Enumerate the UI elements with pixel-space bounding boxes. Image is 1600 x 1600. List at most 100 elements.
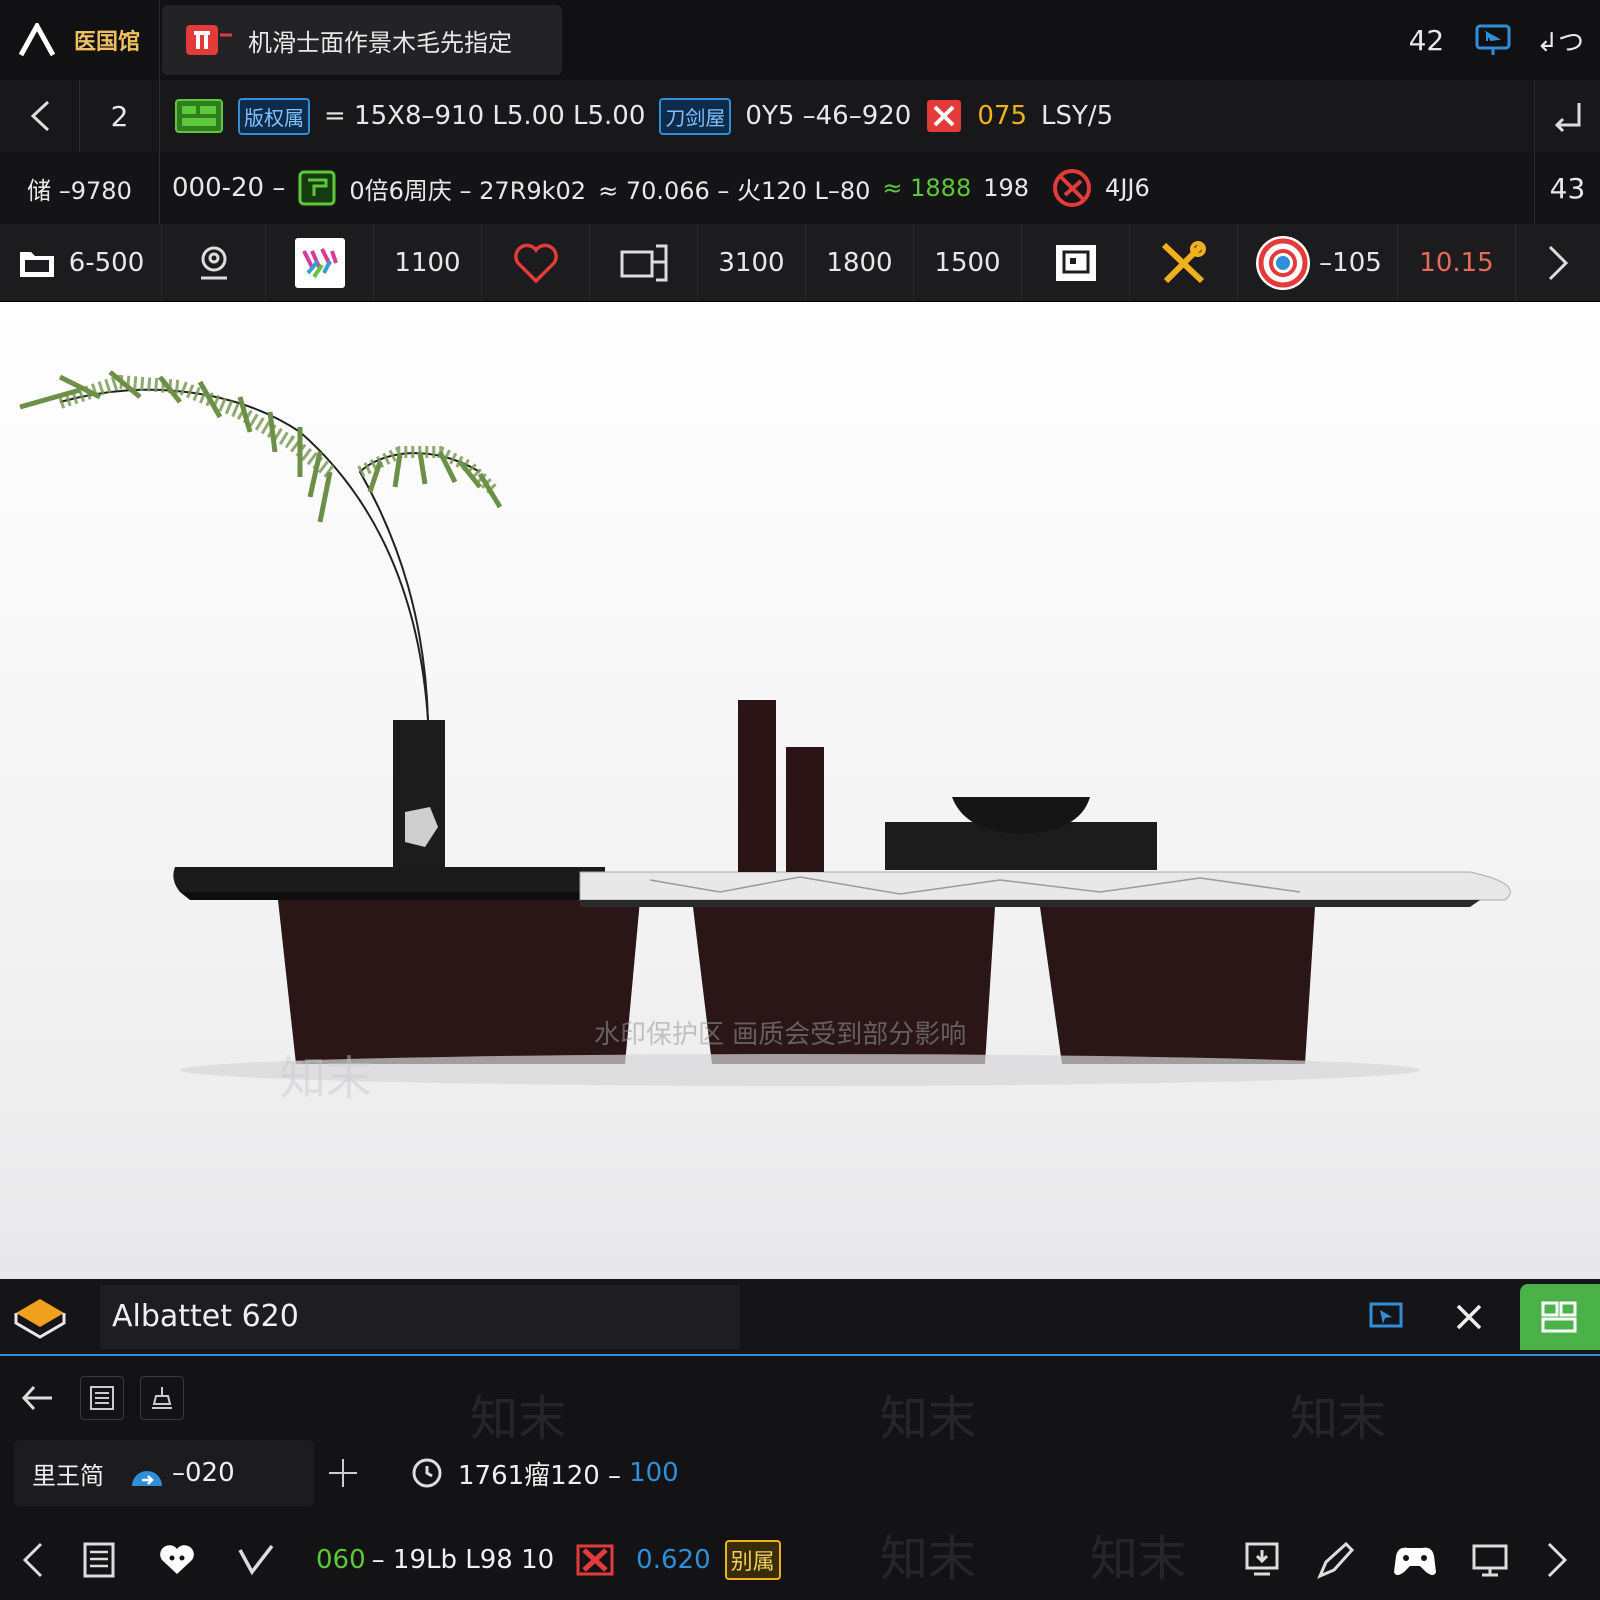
favorite-button[interactable] bbox=[482, 224, 590, 301]
next-button[interactable] bbox=[1516, 224, 1600, 301]
image-frame-icon bbox=[1055, 244, 1096, 281]
clock-icon[interactable] bbox=[410, 1456, 444, 1490]
panel-watermark-2: 知末 bbox=[880, 1391, 977, 1447]
secondary-value: 198 bbox=[983, 174, 1030, 202]
red-value: 10.15 bbox=[1419, 247, 1494, 278]
chevron-right-icon bbox=[1548, 245, 1569, 280]
size-label: LSY/5 bbox=[1041, 101, 1114, 131]
palette-button[interactable] bbox=[266, 224, 374, 301]
panel-stamp-button[interactable] bbox=[140, 1376, 184, 1420]
row3-count: 43 bbox=[1549, 171, 1586, 205]
target-button[interactable]: –105 bbox=[1238, 224, 1398, 301]
check-curve-icon[interactable] bbox=[236, 1542, 276, 1578]
status-green-value: 060 bbox=[316, 1544, 366, 1575]
title-bar: 医国馆 机滑士面作景木毛先指定 42 ↲つ bbox=[0, 0, 1600, 80]
page-number: 2 bbox=[110, 99, 129, 133]
description-text: 0倍6周庆 – 27R9k02 bbox=[349, 176, 587, 205]
logo-a-icon bbox=[18, 23, 56, 57]
code-text: 000-20 – bbox=[172, 173, 286, 203]
close-box-icon[interactable] bbox=[925, 98, 963, 134]
tab-title: 机滑士面作景木毛先指定 bbox=[248, 28, 512, 57]
logo-text: 医国馆 bbox=[74, 30, 141, 55]
chevron-right-small-icon[interactable] bbox=[1544, 1540, 1570, 1580]
storage-label: 储 –9780 bbox=[27, 176, 132, 205]
folder-icon bbox=[19, 251, 54, 277]
chevron-left-icon bbox=[30, 100, 49, 132]
return-arrow-icon bbox=[1554, 103, 1580, 133]
fern-plant bbox=[19, 370, 503, 721]
stamp-icon bbox=[152, 1387, 172, 1409]
status-text: – 19Lb L98 10 bbox=[371, 1544, 555, 1575]
green-frame-icon[interactable] bbox=[297, 169, 337, 207]
info-row-2: 2 版权属 = 15X8–910 L5.00 L5.00 刀剑屋 0Y5 –46… bbox=[0, 80, 1600, 152]
render-viewport[interactable]: 水印保护区 画质会受到部分影响 知末 bbox=[0, 302, 1600, 1279]
block-icon[interactable] bbox=[1051, 167, 1093, 209]
screen-cursor-icon[interactable] bbox=[1368, 1301, 1404, 1333]
cast-screen-icon[interactable] bbox=[1474, 23, 1512, 57]
arrow-left-icon[interactable] bbox=[20, 1383, 54, 1413]
tools-button[interactable] bbox=[1130, 224, 1238, 301]
panel-status-row: 060 – 19Lb L98 10 0.620 别属 bbox=[0, 1519, 1600, 1600]
crop-button[interactable] bbox=[590, 224, 698, 301]
panel-watermark-4: 知末 bbox=[880, 1531, 977, 1587]
close-icon[interactable] bbox=[1454, 1302, 1484, 1332]
desktop-icon[interactable] bbox=[1470, 1540, 1510, 1580]
value-1100: 1100 bbox=[394, 247, 461, 278]
tools-icon bbox=[1161, 240, 1206, 283]
value-1500: 1500 bbox=[934, 247, 1001, 278]
person-pin-icon bbox=[200, 246, 227, 279]
grid-badge-icon[interactable] bbox=[174, 98, 224, 134]
layout-button[interactable] bbox=[1520, 1283, 1600, 1350]
green-value: ≈ 1888 bbox=[882, 174, 972, 202]
value-3100: 3100 bbox=[718, 247, 785, 278]
coffee-table-render bbox=[19, 370, 1511, 1086]
title-field[interactable]: Albattet 620 bbox=[100, 1284, 740, 1349]
panel-grid-button[interactable] bbox=[80, 1376, 124, 1420]
coordinate-text: ≈ 70.066 – 火120 L–80 bbox=[598, 176, 871, 205]
document-icon[interactable] bbox=[80, 1540, 118, 1580]
info-row-3: 储 –9780 000-20 – 0倍6周庆 – 27R9k02 ≈ 70.06… bbox=[0, 152, 1600, 224]
value-1800: 1800 bbox=[826, 247, 893, 278]
status-blue-value: 0.620 bbox=[636, 1544, 711, 1575]
enter-button[interactable] bbox=[1534, 80, 1600, 152]
panel-watermark-1: 知末 bbox=[470, 1391, 567, 1447]
orange-value: 075 bbox=[977, 101, 1027, 131]
badge-blade[interactable]: 刀剑屋 bbox=[659, 97, 732, 135]
heart-fill-icon[interactable] bbox=[158, 1542, 196, 1578]
crosshair-icon[interactable] bbox=[326, 1456, 360, 1490]
image-button[interactable] bbox=[1022, 224, 1130, 301]
badge-copyright[interactable]: 版权属 bbox=[238, 97, 310, 135]
panel-watermark-3: 知末 bbox=[1290, 1391, 1387, 1447]
edit-slash-icon[interactable] bbox=[1316, 1540, 1356, 1580]
chevron-left-small-icon[interactable] bbox=[20, 1540, 46, 1580]
layout-icon bbox=[1541, 1301, 1577, 1332]
app-logo[interactable]: 医国馆 bbox=[0, 0, 160, 80]
grid-list-icon bbox=[90, 1386, 114, 1410]
vase bbox=[393, 720, 445, 870]
return-label[interactable]: ↲つ bbox=[1536, 22, 1584, 59]
game-controller-icon[interactable] bbox=[1390, 1540, 1440, 1580]
monitor-download-icon[interactable] bbox=[1242, 1540, 1282, 1580]
watermark-notice: 水印保护区 画质会受到部分影响 bbox=[594, 1020, 967, 1050]
coord-text: 1761瘤120 – bbox=[458, 1460, 622, 1491]
model-cube-icon bbox=[14, 1298, 66, 1339]
active-tab[interactable]: 机滑士面作景木毛先指定 bbox=[162, 5, 562, 75]
close-red-icon[interactable] bbox=[574, 1542, 616, 1578]
dimension-text: = 15X8–910 L5.00 L5.00 bbox=[324, 101, 646, 131]
folder-button[interactable]: 6-500 bbox=[0, 224, 162, 301]
id-text: 4JJ6 bbox=[1105, 174, 1150, 202]
back-button[interactable] bbox=[0, 80, 80, 152]
properties-panel: Albattet 620 里王简 –020 1761瘤120 – 100 060… bbox=[0, 1279, 1600, 1600]
panel-title: Albattet 620 bbox=[112, 1299, 299, 1334]
profile-button[interactable] bbox=[162, 224, 266, 301]
main-toolbar: 6-500 1100 3100 1800 1500 –105 10.15 bbox=[0, 224, 1600, 302]
tool-selector[interactable]: 里王简 –020 bbox=[14, 1440, 314, 1506]
frame-resize-icon bbox=[620, 244, 667, 281]
coord-blue-value: 100 bbox=[629, 1458, 679, 1488]
rotate-blue-icon bbox=[132, 1471, 162, 1486]
watermark-brand: 知末 bbox=[280, 1051, 372, 1105]
status-badge[interactable]: 别属 bbox=[724, 1539, 781, 1580]
color-palette-icon bbox=[294, 237, 345, 288]
range-text: 0Y5 –46–920 bbox=[745, 101, 912, 131]
tool-label: 里王简 bbox=[32, 1461, 104, 1490]
